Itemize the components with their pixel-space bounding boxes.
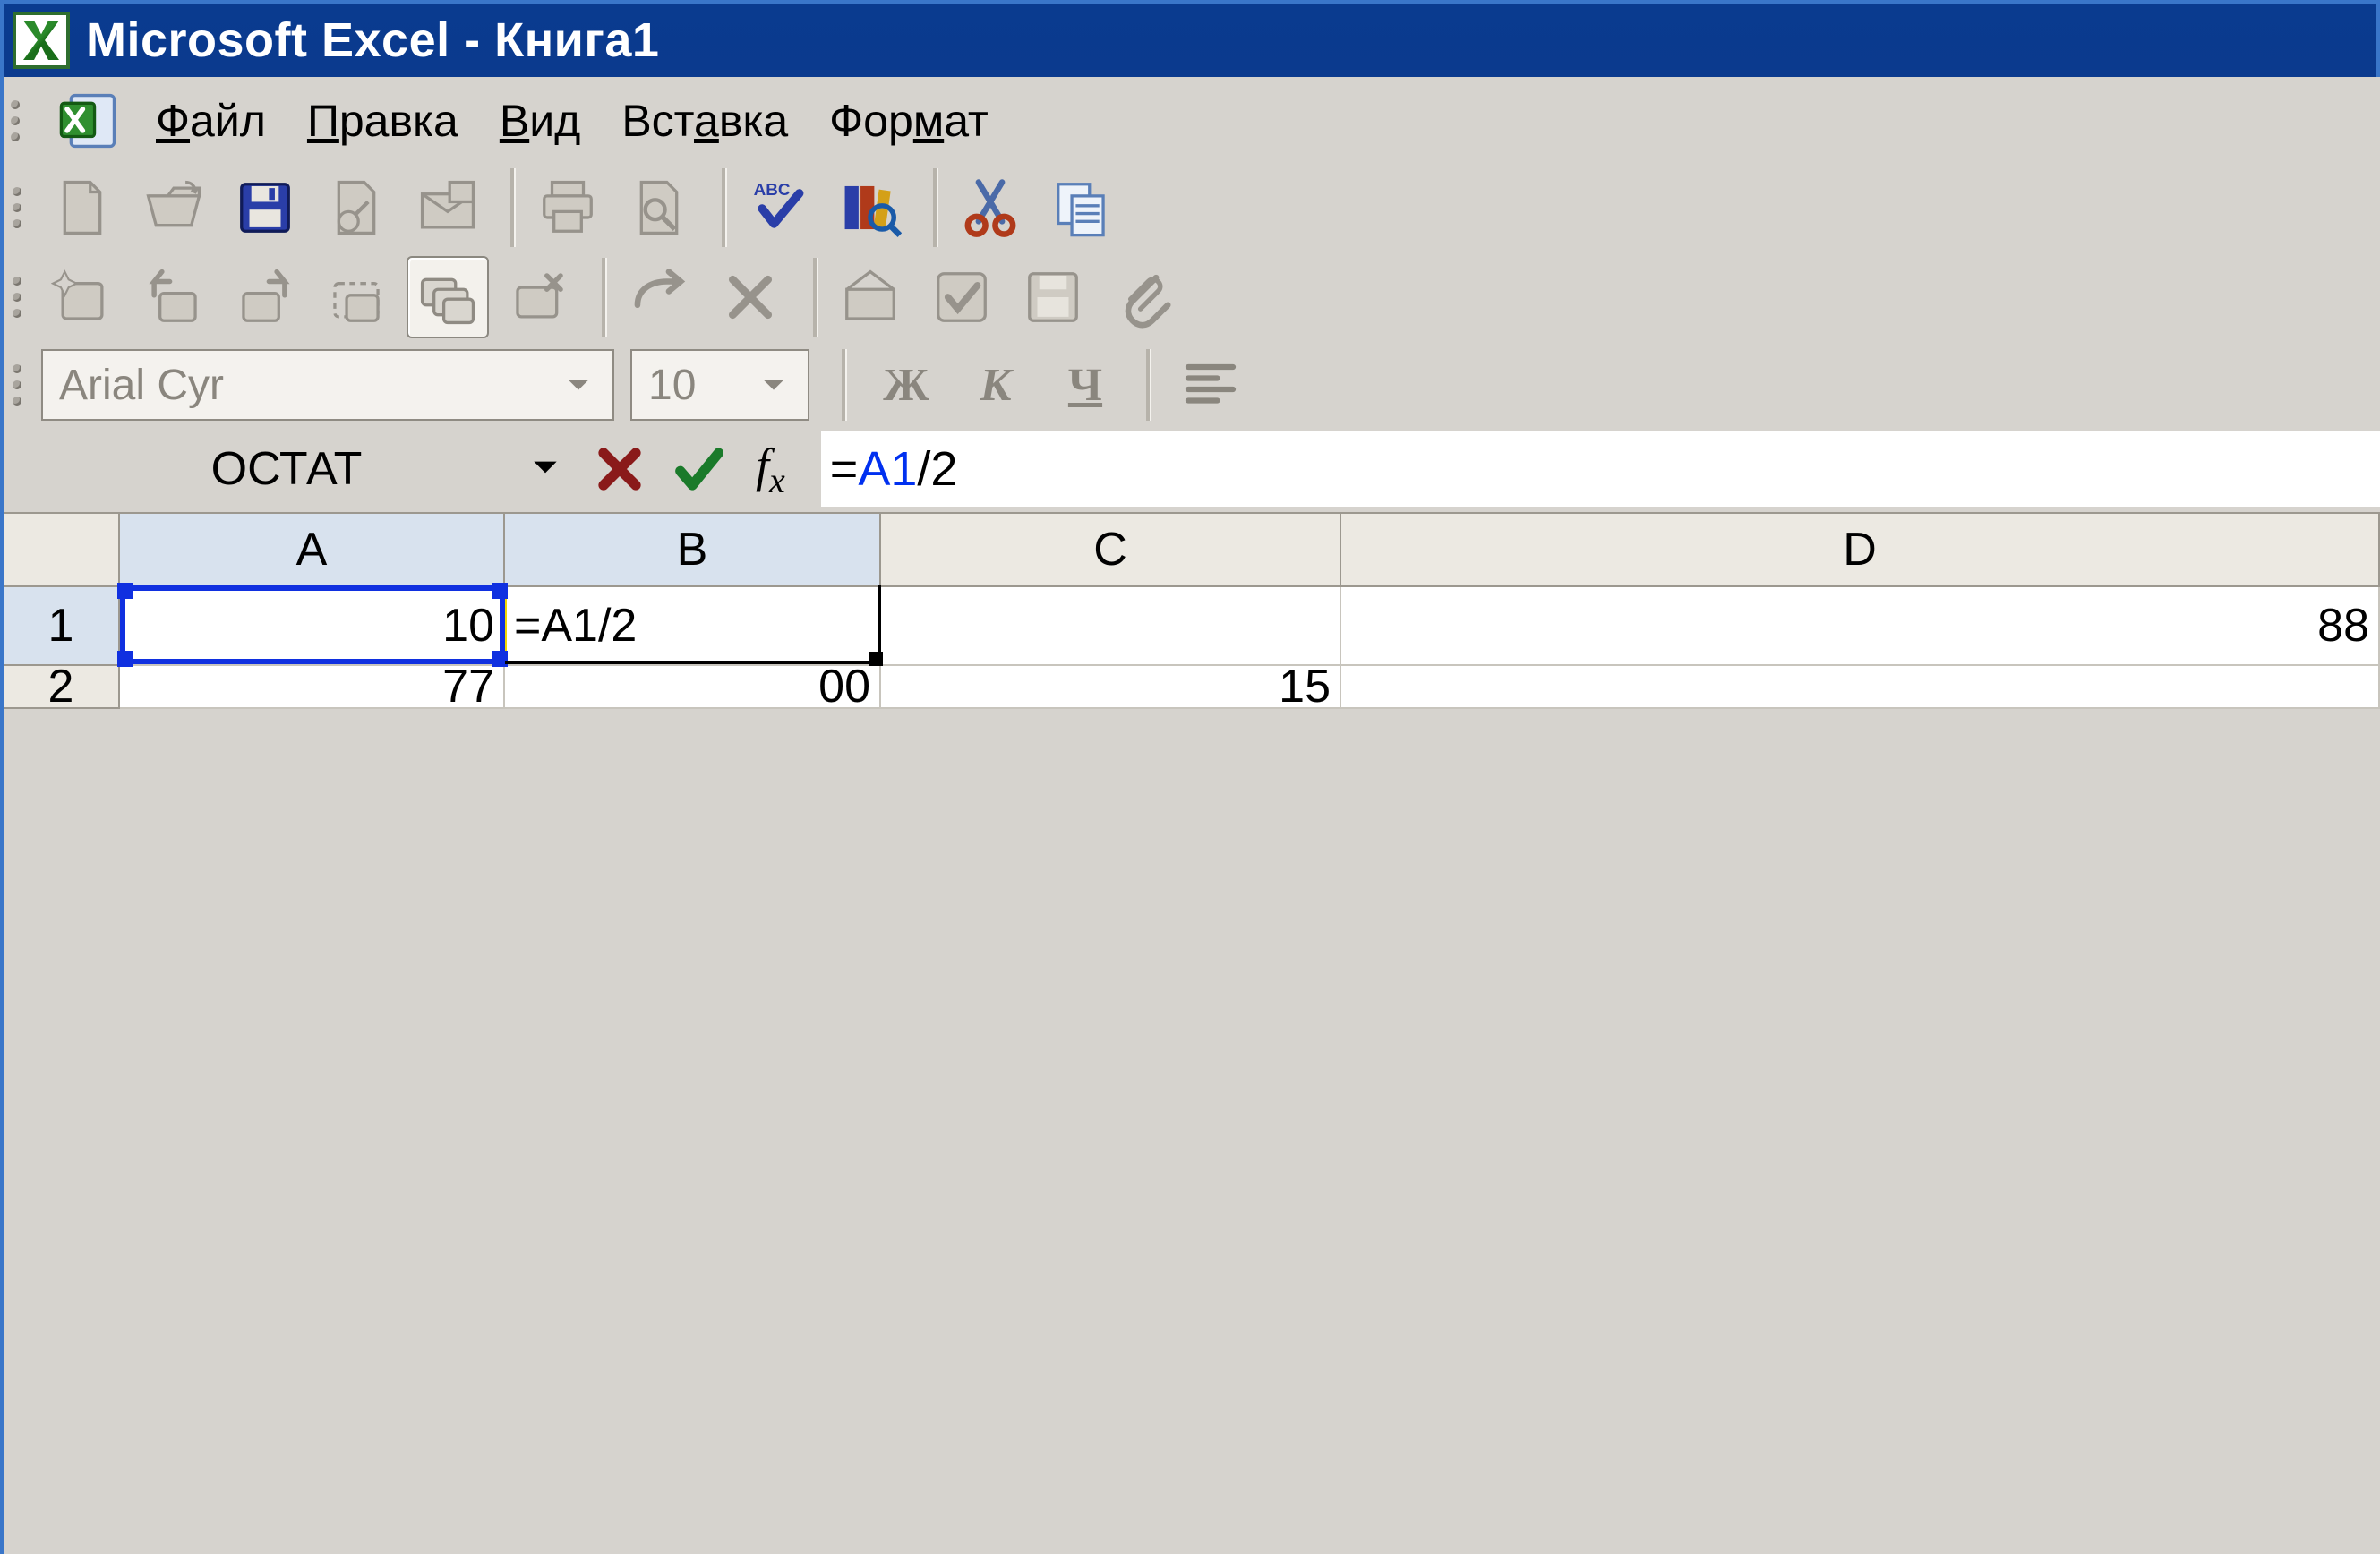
formula-bar: ОСТАТ fx =A1/2 — [4, 426, 2380, 512]
toolbar-grip[interactable] — [13, 265, 25, 329]
menu-insert-accel: а — [694, 96, 719, 146]
row-header-1[interactable]: 1 — [4, 587, 120, 666]
font-name-value: Arial Cyr — [59, 361, 224, 410]
cell-A2[interactable]: 77 — [120, 666, 505, 709]
cell-D2[interactable] — [1341, 666, 2380, 709]
folders-stack-button[interactable] — [407, 256, 489, 338]
enter-formula-button[interactable] — [672, 442, 725, 496]
toolbar-grip[interactable] — [11, 90, 23, 152]
menu-edit-accel: П — [307, 96, 339, 146]
name-box-value: ОСТАТ — [211, 442, 363, 496]
font-size-value: 10 — [648, 361, 696, 410]
italic-button[interactable]: К — [960, 349, 1032, 421]
toolbar-separator — [722, 168, 725, 247]
svg-text:ABC: ABC — [754, 181, 791, 200]
align-left-button[interactable] — [1175, 349, 1246, 421]
toolbar-separator — [510, 168, 514, 247]
toolbar-separator — [1146, 349, 1150, 421]
formula-input[interactable]: =A1/2 — [821, 431, 2380, 507]
menu-file-accel: Ф — [156, 96, 190, 146]
permission-button[interactable] — [315, 166, 398, 249]
back-button[interactable] — [133, 256, 215, 338]
dropdown-icon[interactable] — [561, 367, 596, 403]
research-button[interactable] — [829, 166, 912, 249]
client-area: Файл Правка Вид Вставка Формат — [0, 77, 2380, 1554]
print-preview-button[interactable] — [618, 166, 700, 249]
save-alt-button[interactable] — [1012, 256, 1094, 338]
check-button[interactable] — [920, 256, 1003, 338]
fx-label[interactable]: fx — [756, 438, 785, 501]
excel-app-icon — [13, 12, 70, 69]
excel-doc-icon[interactable] — [57, 90, 120, 152]
formula-suffix: /2 — [917, 441, 957, 497]
cell-C2[interactable]: 15 — [881, 666, 1341, 709]
menu-bar: Файл Правка Вид Вставка Формат — [4, 82, 2380, 161]
col-header-C[interactable]: C — [881, 514, 1341, 587]
cell-C1[interactable] — [881, 587, 1341, 666]
col-header-B[interactable]: B — [505, 514, 881, 587]
cut-button[interactable] — [949, 166, 1032, 249]
col-header-D[interactable]: D — [1341, 514, 2380, 587]
spellcheck-button[interactable]: ABC — [738, 166, 820, 249]
title-bar: Microsoft Excel - Книга1 — [0, 0, 2380, 77]
toolbar-grip[interactable] — [13, 353, 25, 417]
dropdown-icon[interactable] — [756, 367, 792, 403]
formula-ref: A1 — [858, 441, 917, 497]
toolbar-grip[interactable] — [13, 175, 25, 240]
cell-B1[interactable]: =A1/2 — [505, 587, 881, 666]
new-sparkle-button[interactable] — [41, 256, 124, 338]
name-box[interactable]: ОСТАТ — [4, 431, 569, 507]
menu-insert[interactable]: Вставка — [616, 91, 793, 150]
print-button[interactable] — [527, 166, 609, 249]
new-doc-button[interactable] — [41, 166, 124, 249]
toolbar-separator — [933, 168, 937, 247]
cell-A1[interactable]: 10 — [120, 587, 505, 666]
col-header-A[interactable]: A — [120, 514, 505, 587]
formatting-toolbar: Arial Cyr 10 Ж К Ч — [4, 344, 2380, 426]
save-button[interactable] — [224, 166, 306, 249]
font-size-combo[interactable]: 10 — [630, 349, 809, 421]
redo-button[interactable] — [618, 256, 700, 338]
select-all-corner[interactable] — [4, 514, 120, 587]
open-button[interactable] — [133, 166, 215, 249]
dropdown-icon[interactable] — [528, 442, 562, 496]
toolbar-separator — [813, 258, 817, 337]
spreadsheet-grid[interactable]: A B C D 1 10 =A1/2 88 2 77 00 15 — [4, 512, 2380, 709]
menu-format-accel: м — [913, 96, 944, 146]
forward-button[interactable] — [224, 256, 306, 338]
underline-button[interactable]: Ч — [1049, 349, 1121, 421]
menu-file[interactable]: Файл — [150, 91, 271, 150]
close-x-button[interactable] — [709, 256, 792, 338]
row-header-2[interactable]: 2 — [4, 666, 120, 709]
menu-view-accel: В — [500, 96, 529, 146]
bold-button[interactable]: Ж — [870, 349, 942, 421]
formula-eq: = — [830, 441, 859, 497]
email-button[interactable] — [407, 166, 489, 249]
menu-edit[interactable]: Правка — [302, 91, 464, 150]
toolbar-separator — [842, 349, 845, 421]
grid-wrap: A B C D 1 10 =A1/2 88 2 77 00 15 — [4, 512, 2380, 709]
envelope-open-button[interactable] — [829, 256, 912, 338]
attach-button[interactable] — [1103, 256, 1186, 338]
dashed-folder-button[interactable] — [315, 256, 398, 338]
cell-B2[interactable]: 00 — [505, 666, 881, 709]
standard-toolbar: ABC — [4, 161, 2380, 254]
secondary-toolbar — [4, 254, 2380, 344]
cancel-formula-button[interactable] — [593, 442, 646, 496]
copy-button[interactable] — [1040, 166, 1123, 249]
menu-format[interactable]: Формат — [824, 91, 994, 150]
edit-cursor-marker — [501, 589, 507, 661]
window-title: Microsoft Excel - Книга1 — [86, 13, 659, 68]
toolbar-separator — [602, 258, 605, 337]
cell-D1[interactable]: 88 — [1341, 587, 2380, 666]
menu-view[interactable]: Вид — [494, 91, 586, 150]
font-name-combo[interactable]: Arial Cyr — [41, 349, 614, 421]
delete-folder-button[interactable] — [498, 256, 580, 338]
